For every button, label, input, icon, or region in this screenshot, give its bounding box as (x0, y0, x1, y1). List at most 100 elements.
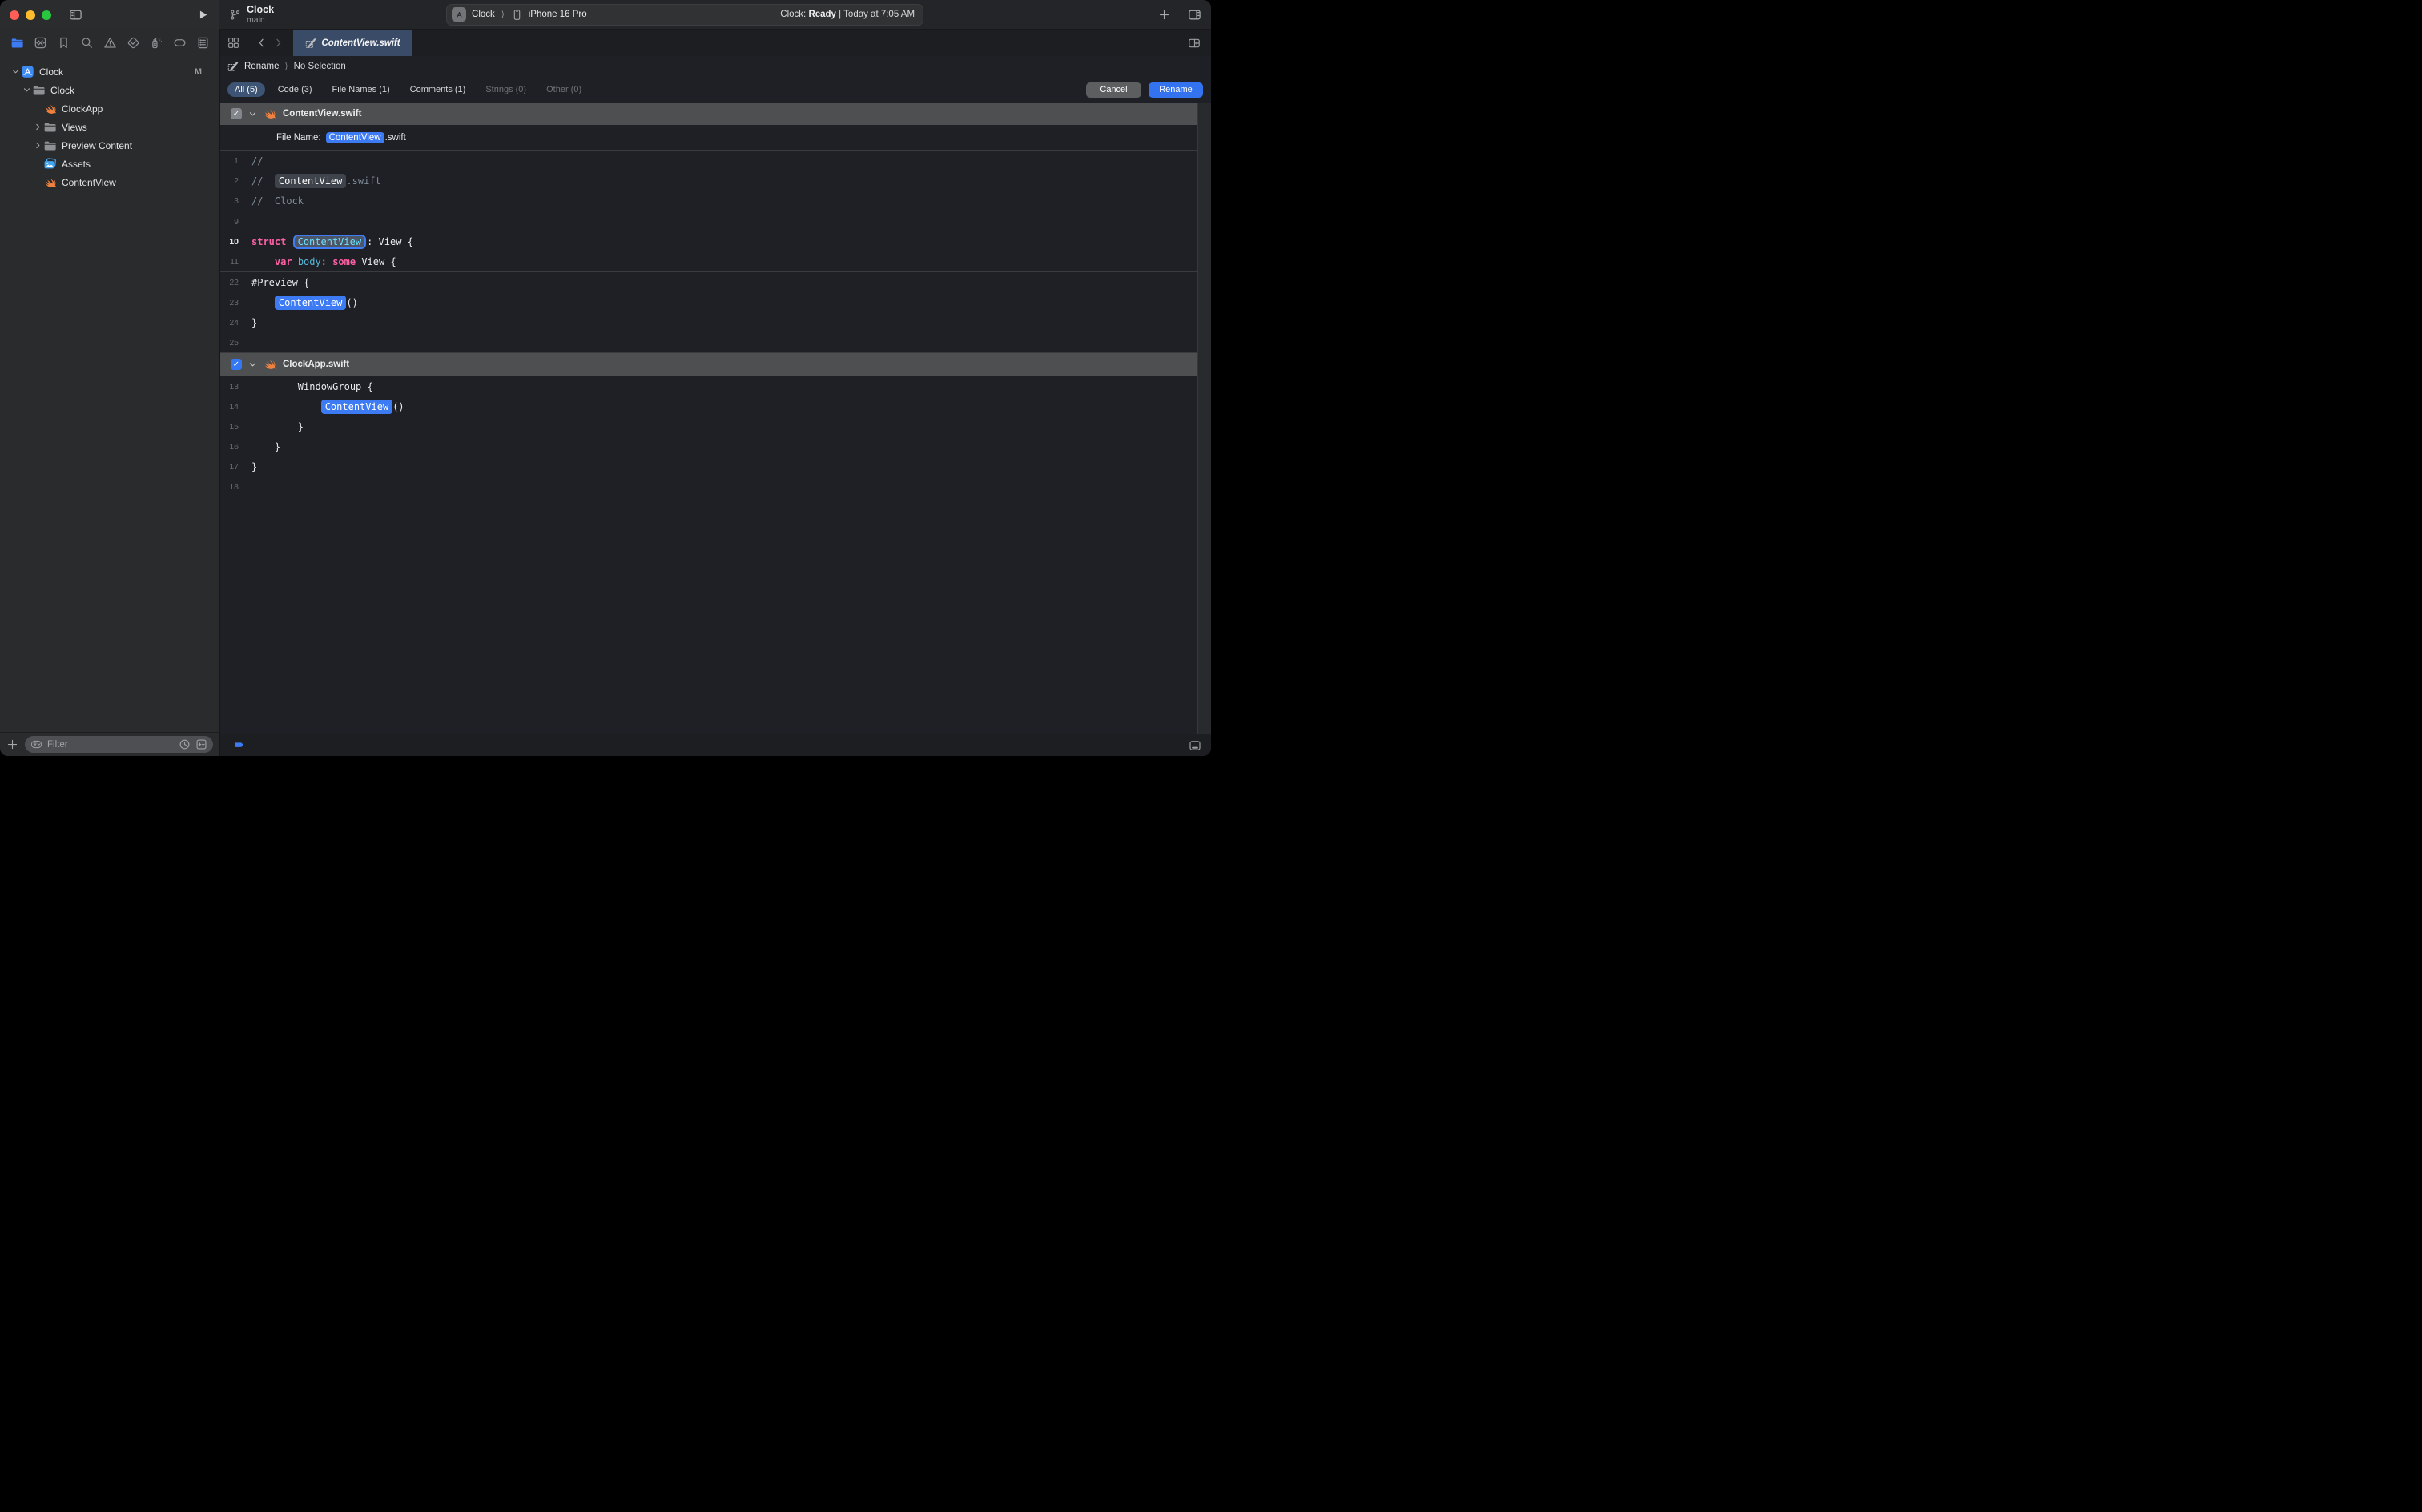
add-editor-icon[interactable] (1188, 37, 1211, 50)
source-control-filter-icon[interactable] (195, 738, 207, 750)
rename-token[interactable]: ContentView (275, 174, 346, 188)
filter-icon[interactable] (30, 738, 42, 750)
navigator-tab-project[interactable] (7, 34, 26, 53)
breakpoints-toggle-icon[interactable] (233, 740, 246, 750)
titlebar-actions (1158, 8, 1201, 22)
tree-item-views[interactable]: Views (0, 118, 219, 136)
code-line-3: 3// Clock (220, 191, 1197, 211)
navigator-tab-breakpoints[interactable] (170, 34, 189, 53)
zoom-button[interactable] (42, 10, 51, 20)
disclosure-down-icon[interactable] (248, 110, 257, 119)
line-number: 9 (220, 217, 239, 227)
code-line-25: 25 (220, 332, 1197, 352)
navigator-tab-debug[interactable] (147, 34, 166, 53)
file-include-checkbox[interactable]: ✓ (231, 359, 242, 370)
code-text: .swift (346, 175, 380, 187)
project-navigator-tree: ClockMClockClockAppViewsPreview Content A… (0, 56, 219, 732)
file-section-header-contentview-swift[interactable]: ✓ContentView.swift (220, 103, 1197, 125)
line-number: 24 (220, 318, 239, 328)
scheme-name[interactable]: Clock (472, 10, 495, 19)
toggle-navigator-icon[interactable] (69, 8, 82, 22)
code-text (251, 297, 275, 308)
code-line-23: 23 ContentView() (220, 292, 1197, 312)
navigator-tab-tests[interactable] (123, 34, 143, 53)
minimize-button[interactable] (26, 10, 35, 20)
scope-pill-code[interactable]: Code (3) (271, 82, 320, 97)
app-icon (21, 65, 34, 78)
line-number: 23 (220, 298, 239, 308)
related-items-icon[interactable] (227, 37, 239, 49)
disclosure-down-icon[interactable] (248, 360, 257, 369)
recent-files-icon[interactable] (179, 738, 191, 750)
code-text: // Clock (251, 195, 304, 207)
breadcrumb-selection: No Selection (294, 62, 346, 71)
code-text: () (346, 297, 357, 308)
go-back-icon[interactable] (253, 38, 270, 48)
code-text: some (332, 256, 356, 267)
code-text (286, 236, 292, 247)
code-line-16: 16 } (220, 436, 1197, 456)
tree-item-label: Assets (62, 159, 91, 170)
disclosure-right-icon[interactable] (32, 123, 43, 131)
line-number: 17 (220, 462, 239, 472)
run-button[interactable] (197, 9, 209, 21)
code-text: #Preview { (251, 277, 309, 288)
tree-item-clock[interactable]: ClockM (0, 62, 219, 81)
titlebar: Clock main Clock ⟩ iPhone 16 Pro Clock: … (0, 0, 1211, 30)
navigator-tab-source-control[interactable] (30, 34, 50, 53)
tree-item-contentview[interactable]: ContentView (0, 173, 219, 191)
add-file-icon[interactable] (6, 738, 18, 750)
cancel-button[interactable]: Cancel (1086, 82, 1141, 98)
rename-button[interactable]: Rename (1149, 82, 1203, 98)
file-section-header-clockapp-swift[interactable]: ✓ ClockApp.swift (220, 353, 1197, 376)
tab-contentview-swift[interactable]: ContentView.swift (293, 30, 412, 56)
file-include-checkbox[interactable]: ✓ (231, 108, 242, 119)
xcode-window: Clock main Clock ⟩ iPhone 16 Pro Clock: … (0, 0, 1211, 756)
scope-pill-comments[interactable]: Comments (1) (403, 82, 473, 97)
scope-pill-all[interactable]: All (5) (227, 82, 265, 97)
navigator-tab-bookmarks[interactable] (54, 34, 73, 53)
rename-token[interactable]: ContentView (275, 296, 346, 310)
navigator-tab-reports[interactable] (193, 34, 212, 53)
line-number: 16 (220, 442, 239, 452)
navigator-tab-issues[interactable] (100, 34, 119, 53)
code-line-9: 9 (220, 211, 1197, 231)
navigator-tab-find[interactable] (77, 34, 96, 53)
tree-item-clockapp[interactable]: ClockApp (0, 99, 219, 118)
navigator-filter-field[interactable]: Filter (25, 736, 213, 753)
code-line-24: 24} (220, 312, 1197, 332)
breadcrumb-tool: Rename (244, 62, 279, 71)
disclosure-right-icon[interactable] (32, 141, 43, 150)
go-forward-icon[interactable] (270, 38, 287, 48)
tree-item-clock[interactable]: Clock (0, 81, 219, 99)
rename-token[interactable]: ContentView (321, 400, 392, 414)
rename-token-filename[interactable]: ContentView (326, 132, 384, 143)
tab-label: ContentView.swift (321, 38, 400, 48)
tree-item-assets[interactable]: Assets (0, 155, 219, 173)
modified-badge: M (195, 67, 202, 77)
rename-token[interactable]: ContentView (293, 235, 366, 249)
activity-status: Clock: Ready | Today at 7:05 AM (780, 10, 915, 19)
scheme-chevron: ⟩ (501, 10, 505, 19)
code-text: // (251, 155, 263, 167)
line-number: 25 (220, 338, 239, 348)
scrollbar-gutter[interactable] (1197, 103, 1211, 734)
toggle-inspector-icon[interactable] (1188, 8, 1201, 22)
project-title-block[interactable]: Clock main (247, 4, 274, 25)
scope-pill-file[interactable]: File Names (1) (325, 82, 397, 97)
code-line-11: 11 var body: some View { (220, 251, 1197, 271)
section-file-name: ClockApp.swift (283, 360, 349, 369)
close-button[interactable] (10, 10, 19, 20)
tree-item-preview-content[interactable]: Preview Content (0, 136, 219, 155)
scope-pill-other[interactable]: Other (0) (539, 82, 589, 97)
disclosure-down-icon[interactable] (10, 67, 21, 76)
hide-debug-area-icon[interactable] (1189, 739, 1201, 752)
scope-pill-strings[interactable]: Strings (0) (478, 82, 533, 97)
run-destination[interactable]: iPhone 16 Pro (529, 10, 587, 19)
disclosure-down-icon[interactable] (21, 86, 32, 94)
navigator-filter-bar: Filter (0, 732, 219, 756)
branch-icon (229, 9, 241, 21)
folder-item-icon (32, 83, 46, 97)
library-add-icon[interactable] (1158, 9, 1170, 21)
code-text: } (251, 441, 280, 452)
